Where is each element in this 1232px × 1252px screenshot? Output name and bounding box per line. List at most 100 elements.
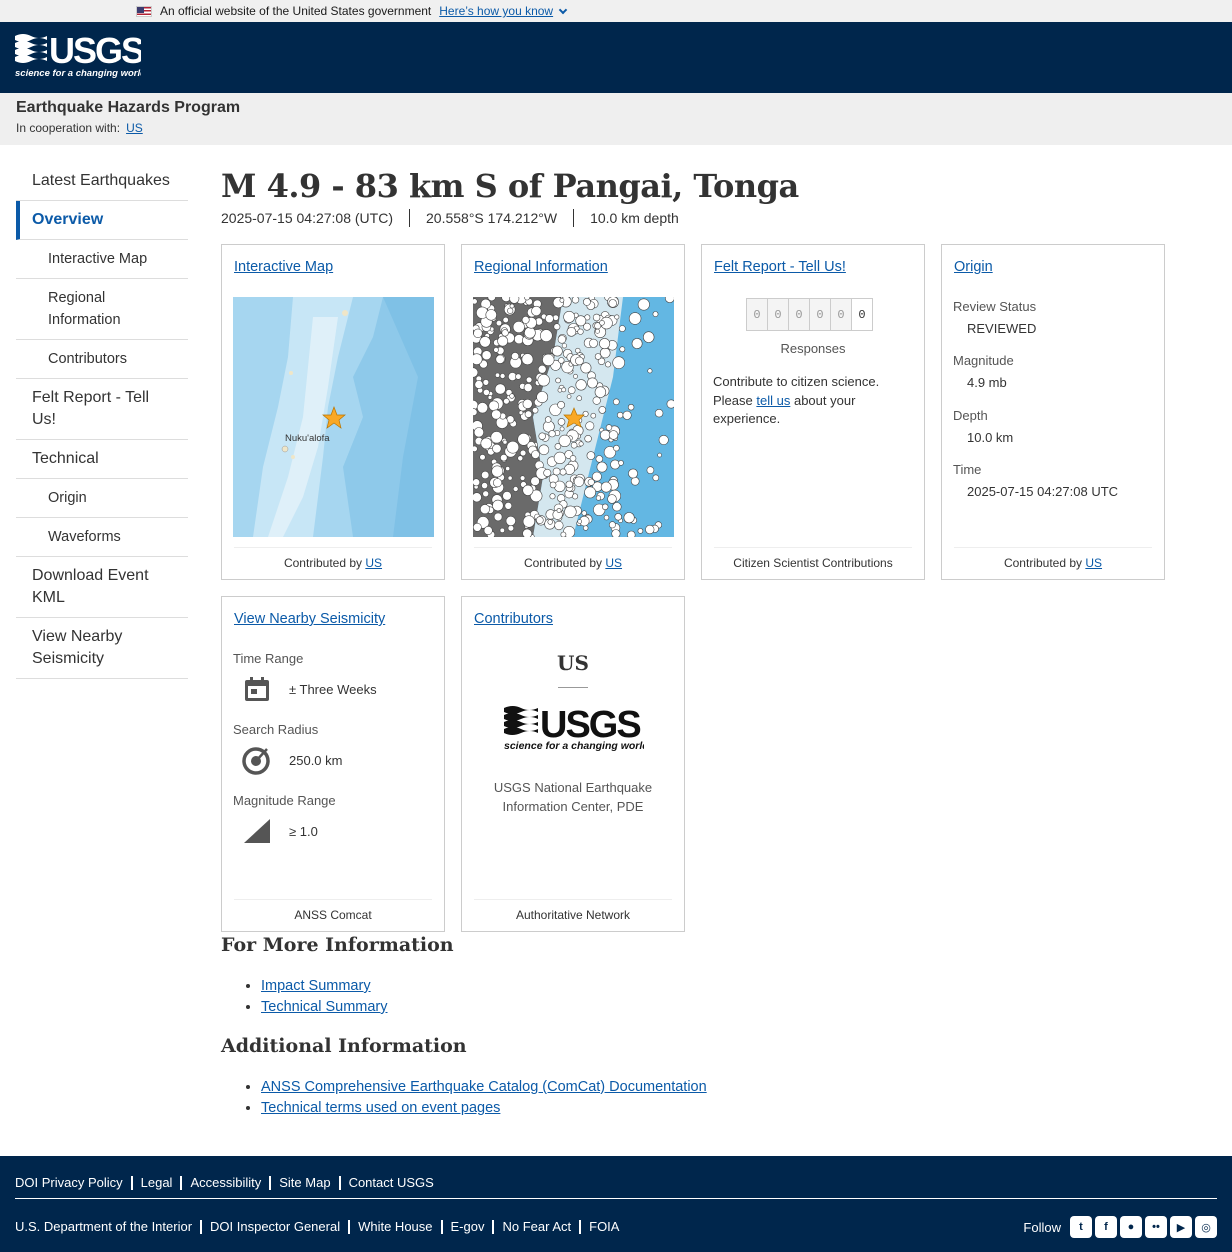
- site-footer: DOI Privacy Policy Legal Accessibility S…: [0, 1156, 1232, 1252]
- gov-banner-text: An official website of the United States…: [160, 4, 432, 18]
- footer-link-doi[interactable]: U.S. Department of the Interior: [15, 1220, 203, 1234]
- tell-us-link[interactable]: tell us: [756, 393, 790, 408]
- sidebar-item-overview[interactable]: Overview: [16, 201, 188, 240]
- magnitude: Magnitude 4.9 mb: [953, 353, 1014, 390]
- contributors-link[interactable]: Contributors: [474, 611, 553, 627]
- usgs-logo[interactable]: USGS science for a changing world: [15, 32, 141, 88]
- magnitude-label: Magnitude: [953, 353, 1014, 368]
- contributor-name: USGS National Earthquake Information Cen…: [493, 780, 653, 814]
- gov-banner: An official website of the United States…: [0, 0, 1232, 22]
- chevron-down-icon: [558, 5, 568, 14]
- magnitude-value: 4.9 mb: [967, 375, 1007, 390]
- nearby-seismicity-footer: ANSS Comcat: [234, 899, 432, 922]
- cooperation-link[interactable]: US: [126, 121, 143, 135]
- magnitude-ramp-icon: [233, 814, 281, 848]
- list-item: ANSS Comprehensive Earthquake Catalog (C…: [261, 1077, 1211, 1098]
- sidebar-item-technical[interactable]: Technical: [16, 440, 188, 479]
- contributor-code: US: [557, 651, 589, 675]
- github-icon[interactable]: ●: [1120, 1216, 1142, 1238]
- heres-how-you-know-label: Here’s how you know: [439, 4, 554, 18]
- regional-map-thumbnail[interactable]: [473, 297, 674, 537]
- instagram-icon[interactable]: ◎: [1195, 1216, 1217, 1238]
- cooperation-line: In cooperation with: US: [16, 121, 1216, 135]
- interactive-map-footer: Contributed by US: [234, 547, 432, 570]
- nearby-seismicity-link[interactable]: View Nearby Seismicity: [234, 611, 385, 627]
- sidebar-item-latest-earthquakes[interactable]: Latest Earthquakes: [16, 162, 188, 201]
- interactive-map-thumbnail[interactable]: Nuku'alofa: [233, 297, 434, 537]
- impact-summary-link[interactable]: Impact Summary: [261, 978, 371, 994]
- contributor-link[interactable]: US: [605, 556, 622, 570]
- svg-text:science for a changing world: science for a changing world: [15, 68, 141, 79]
- sidebar-item-felt-report[interactable]: Felt Report - Tell Us!: [16, 379, 188, 440]
- list-item: Technical Summary: [261, 997, 1211, 1018]
- comcat-documentation-link[interactable]: ANSS Comprehensive Earthquake Catalog (C…: [261, 1079, 707, 1095]
- usgs-logo: USGS science for a changing world: [504, 705, 644, 752]
- twitter-icon[interactable]: t: [1070, 1216, 1092, 1238]
- footer-link-privacy[interactable]: DOI Privacy Policy: [15, 1176, 133, 1190]
- flickr-icon[interactable]: ••: [1145, 1216, 1167, 1238]
- footer-link-inspector-general[interactable]: DOI Inspector General: [202, 1220, 351, 1234]
- svg-text:science for a changing world: science for a changing world: [504, 740, 644, 752]
- program-title[interactable]: Earthquake Hazards Program: [16, 99, 1216, 117]
- time-range-value: ± Three Weeks: [289, 681, 377, 697]
- footer-link-site-map[interactable]: Site Map: [271, 1176, 341, 1190]
- footer-link-white-house[interactable]: White House: [350, 1220, 443, 1234]
- event-meta: 2025-07-15 04:27:08 (UTC) 20.558°S 174.2…: [221, 209, 1211, 227]
- sidebar-item-regional-information[interactable]: Regional Information: [16, 279, 188, 340]
- contributor-link[interactable]: US: [1085, 556, 1102, 570]
- footer-links-primary: DOI Privacy Policy Legal Accessibility S…: [15, 1176, 442, 1190]
- footer-link-no-fear-act[interactable]: No Fear Act: [494, 1220, 582, 1234]
- svg-text:USGS: USGS: [49, 32, 141, 71]
- sidebar-item-nearby-seismicity[interactable]: View Nearby Seismicity: [16, 618, 188, 679]
- divider: [558, 687, 588, 688]
- more-information-list: Impact Summary Technical Summary: [221, 976, 1211, 1018]
- sidebar-item-interactive-map[interactable]: Interactive Map: [16, 240, 188, 279]
- facebook-icon[interactable]: f: [1095, 1216, 1117, 1238]
- felt-report-card: Felt Report - Tell Us! 0 0 0 0 0 0 Respo…: [701, 244, 925, 580]
- technical-summary-link[interactable]: Technical Summary: [261, 999, 388, 1015]
- origin-link[interactable]: Origin: [954, 259, 993, 275]
- main-content: M 4.9 - 83 km S of Pangai, Tonga 2025-07…: [221, 145, 1211, 1119]
- magnitude-range-value: ≥ 1.0: [289, 823, 318, 839]
- responses-label: Responses: [780, 341, 846, 356]
- footer-link-legal[interactable]: Legal: [133, 1176, 183, 1190]
- counter-digit: 0: [809, 298, 831, 331]
- footer-link-accessibility[interactable]: Accessibility: [182, 1176, 272, 1190]
- social-follow: Follow t f ● •• ▶ ◎: [1023, 1216, 1217, 1238]
- counter-digit: 0: [767, 298, 789, 331]
- regional-information-link[interactable]: Regional Information: [474, 259, 608, 275]
- interactive-map-link[interactable]: Interactive Map: [234, 259, 333, 275]
- origin-footer: Contributed by US: [954, 547, 1152, 570]
- review-status-value: REVIEWED: [967, 321, 1037, 336]
- sidebar-item-contributors[interactable]: Contributors: [16, 340, 188, 379]
- event-depth: 10.0 km depth: [590, 210, 679, 226]
- footer-link-egov[interactable]: E-gov: [443, 1220, 495, 1234]
- felt-response-counter: 0 0 0 0 0 0: [746, 298, 873, 331]
- sidebar-item-download-kml[interactable]: Download Event KML: [16, 557, 188, 618]
- list-item: Technical terms used on event pages: [261, 1098, 1211, 1119]
- felt-report-footer: Citizen Scientist Contributions: [714, 547, 912, 570]
- counter-digit: 0: [830, 298, 852, 331]
- felt-report-link[interactable]: Felt Report - Tell Us!: [714, 259, 846, 275]
- event-time: 2025-07-15 04:27:08 (UTC): [221, 209, 410, 227]
- origin-card: Origin Review Status REVIEWED Magnitude …: [941, 244, 1165, 580]
- depth: Depth 10.0 km: [953, 408, 1013, 445]
- contributor-link[interactable]: US: [365, 556, 382, 570]
- youtube-icon[interactable]: ▶: [1170, 1216, 1192, 1238]
- felt-description: Contribute to citizen science. Please te…: [713, 373, 910, 429]
- search-radius: Search Radius 250.0 km: [233, 722, 342, 777]
- cooperation-label: In cooperation with:: [16, 121, 121, 135]
- time-range: Time Range ± Three Weeks: [233, 651, 377, 706]
- technical-terms-link[interactable]: Technical terms used on event pages: [261, 1100, 500, 1116]
- heres-how-you-know-link[interactable]: Here’s how you know: [439, 4, 568, 18]
- sidebar-item-origin[interactable]: Origin: [16, 479, 188, 518]
- list-item: Impact Summary: [261, 976, 1211, 997]
- sidebar-item-waveforms[interactable]: Waveforms: [16, 518, 188, 557]
- review-status: Review Status REVIEWED: [953, 299, 1036, 336]
- page-title: M 4.9 - 83 km S of Pangai, Tonga: [221, 167, 799, 205]
- depth-label: Depth: [953, 408, 988, 423]
- footer-link-foia[interactable]: FOIA: [581, 1220, 627, 1234]
- nearby-seismicity-card: View Nearby Seismicity Time Range ± Thre…: [221, 596, 445, 932]
- footer-link-contact[interactable]: Contact USGS: [341, 1176, 442, 1190]
- time-range-label: Time Range: [233, 651, 304, 666]
